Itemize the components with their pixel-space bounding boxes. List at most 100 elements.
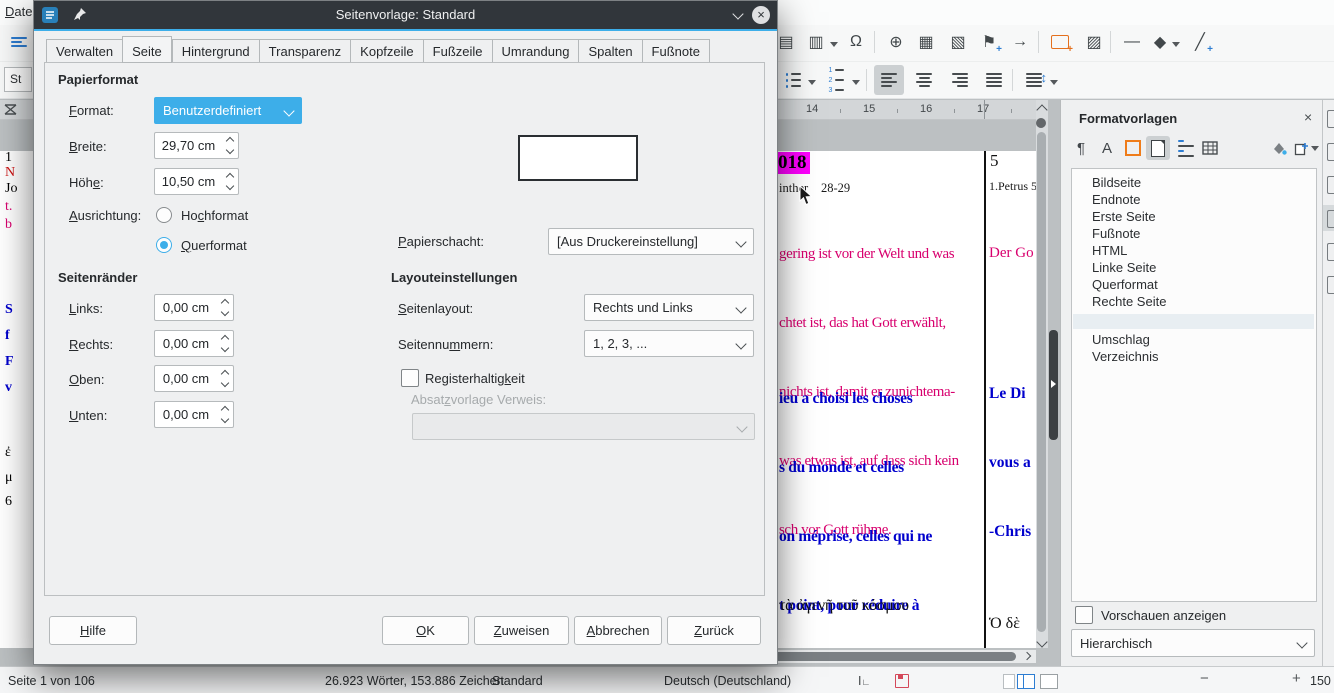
close-icon[interactable]: × xyxy=(1304,109,1312,125)
sidebar-tab-icon[interactable] xyxy=(1327,110,1334,128)
hoehe-input[interactable]: 10,50 cm xyxy=(154,168,239,195)
page-style-status[interactable]: Standard xyxy=(492,674,543,688)
bullet-list-dropdown-icon[interactable] xyxy=(808,80,816,85)
ok-button[interactable]: OK xyxy=(382,616,469,645)
insert-field-icon[interactable]: ⊕ xyxy=(882,28,910,56)
word-count-status[interactable]: 26.923 Wörter, 153.886 Zeichen xyxy=(325,674,504,688)
vertical-scrollbar-thumb[interactable] xyxy=(1037,132,1046,632)
line-spacing-icon[interactable]: ↕ xyxy=(1018,66,1046,94)
new-style-from-selection-icon[interactable] xyxy=(1289,136,1313,160)
page-count-status[interactable]: Seite 1 von 106 xyxy=(8,674,95,688)
selected-style-row[interactable] xyxy=(1073,314,1314,329)
endnote-icon[interactable]: ▧ xyxy=(944,28,972,56)
list-item[interactable]: Endnote xyxy=(1092,192,1140,207)
tab-fussnote[interactable]: Fußnote xyxy=(642,39,710,63)
sidebar-tab-icon[interactable] xyxy=(1327,276,1334,294)
numbered-list-icon[interactable]: 1 2 3 xyxy=(822,66,850,94)
links-input[interactable]: 0,00 cm xyxy=(154,294,234,321)
unten-input[interactable]: 0,00 cm xyxy=(154,401,234,428)
special-character-icon[interactable]: Ω xyxy=(842,28,870,56)
zoom-level[interactable]: 150 xyxy=(1310,674,1331,688)
book-view-icon[interactable] xyxy=(1040,674,1058,689)
table-styles-icon[interactable] xyxy=(1198,136,1222,160)
tab-seite[interactable]: Seite xyxy=(122,36,172,63)
align-right-icon[interactable] xyxy=(946,66,974,94)
rechts-input[interactable]: 0,00 cm xyxy=(154,330,234,357)
menu-datei[interactable]: Datei xyxy=(5,4,35,19)
list-item[interactable]: Verzeichnis xyxy=(1092,349,1158,364)
registerhaltigkeit-checkbox[interactable] xyxy=(401,369,419,387)
numbered-list-dropdown-icon[interactable] xyxy=(852,80,860,85)
sidebar-tab-icon[interactable] xyxy=(1327,210,1334,228)
list-item[interactable]: Umschlag xyxy=(1092,332,1150,347)
sidebar-hide-handle[interactable] xyxy=(1049,330,1058,440)
list-item[interactable]: Rechte Seite xyxy=(1092,294,1166,309)
list-item[interactable]: Bildseite xyxy=(1092,175,1141,190)
list-item[interactable]: HTML xyxy=(1092,243,1127,258)
single-page-view-icon[interactable] xyxy=(1003,674,1015,689)
tab-umrandung[interactable]: Umrandung xyxy=(492,39,579,63)
tab-hintergrund[interactable]: Hintergrund xyxy=(172,39,259,63)
paragraph-styles-icon[interactable]: ¶ xyxy=(1069,136,1093,160)
basic-shapes-icon[interactable]: ◆ xyxy=(1146,28,1174,56)
list-styles-icon[interactable] xyxy=(1173,136,1197,160)
hochformat-label[interactable]: Hochformat xyxy=(181,208,248,223)
language-status[interactable]: Deutsch (Deutschland) xyxy=(664,674,791,688)
styles-actions-dropdown-icon[interactable] xyxy=(1311,146,1319,151)
ruler-margin-marker[interactable] xyxy=(984,100,985,119)
footnote-icon[interactable]: ▦ xyxy=(912,28,940,56)
papierschacht-select[interactable]: [Aus Druckereinstellung] xyxy=(548,228,754,255)
reset-button[interactable]: Zurück xyxy=(667,616,761,645)
list-item[interactable]: Linke Seite xyxy=(1092,260,1156,275)
hochformat-radio[interactable] xyxy=(156,207,172,223)
cancel-button[interactable]: Abbrechen xyxy=(574,616,662,645)
fill-format-icon[interactable] xyxy=(1267,136,1291,160)
show-previews-checkbox[interactable] xyxy=(1075,606,1093,624)
tab-fusszeile[interactable]: Fußzeile xyxy=(423,39,492,63)
format-select[interactable]: Benutzerdefiniert xyxy=(154,97,302,124)
dialog-titlebar[interactable]: Seitenvorlage: Standard × xyxy=(34,1,777,29)
seitennummern-select[interactable]: 1, 2, 3, ... xyxy=(584,330,754,357)
page-styles-icon[interactable] xyxy=(1146,136,1170,160)
text-box-dropdown-icon[interactable] xyxy=(830,42,838,47)
list-item[interactable]: Querformat xyxy=(1092,277,1158,292)
tab-spalten[interactable]: Spalten xyxy=(578,39,641,63)
styles-filter-select[interactable]: Hierarchisch xyxy=(1071,629,1315,657)
styles-list[interactable]: Bildseite Endnote Erste Seite Fußnote HT… xyxy=(1071,168,1317,602)
sidebar-tab-icon[interactable] xyxy=(1327,243,1334,261)
help-button[interactable]: Hilfe xyxy=(49,616,137,645)
cross-reference-icon[interactable]: → xyxy=(1006,28,1034,56)
shapes-dropdown-icon[interactable] xyxy=(1172,42,1180,47)
list-item[interactable]: Fußnote xyxy=(1092,226,1140,241)
list-item[interactable]: Erste Seite xyxy=(1092,209,1156,224)
zoom-in-icon[interactable]: + xyxy=(1292,670,1301,687)
tab-kopfzeile[interactable]: Kopfzeile xyxy=(350,39,422,63)
line-spacing-dropdown-icon[interactable] xyxy=(1050,80,1058,85)
paragraph-style-combo[interactable]: St xyxy=(4,67,32,92)
ruler-corner-icon[interactable] xyxy=(4,103,17,116)
zoom-out-icon[interactable]: − xyxy=(1200,670,1209,687)
line-icon[interactable]: — xyxy=(1118,28,1146,56)
registerhaltigkeit-label[interactable]: Registerhaltigkeit xyxy=(425,371,525,386)
tab-transparenz[interactable]: Transparenz xyxy=(259,39,351,63)
align-left-icon[interactable] xyxy=(874,65,904,95)
multi-page-view-icon2[interactable] xyxy=(1023,674,1035,689)
tab-verwalten[interactable]: Verwalten xyxy=(46,39,122,63)
unsaved-changes-icon[interactable] xyxy=(895,674,909,688)
bookmark-icon[interactable]: ⚑+ xyxy=(975,28,1003,56)
scrollbar-split-knob[interactable] xyxy=(1036,118,1046,128)
text-box-icon[interactable]: ▥ xyxy=(802,28,830,56)
apply-button[interactable]: Zuweisen xyxy=(474,616,569,645)
character-styles-icon[interactable]: A xyxy=(1095,136,1119,160)
querformat-radio[interactable] xyxy=(156,237,172,253)
seitenlayout-select[interactable]: Rechts und Links xyxy=(584,294,754,321)
breite-input[interactable]: 29,70 cm xyxy=(154,132,239,159)
sidebar-tab-icon[interactable] xyxy=(1327,143,1334,161)
querformat-label[interactable]: Querformat xyxy=(181,238,247,253)
selection-mode-icon[interactable]: I∟ xyxy=(858,674,870,688)
align-center-icon[interactable] xyxy=(910,66,938,94)
track-changes-icon[interactable]: ▨ xyxy=(1080,28,1108,56)
sidebar-tab-icon[interactable] xyxy=(1327,176,1334,194)
comment-icon[interactable]: + xyxy=(1046,28,1074,56)
align-justify-icon[interactable] xyxy=(980,66,1008,94)
